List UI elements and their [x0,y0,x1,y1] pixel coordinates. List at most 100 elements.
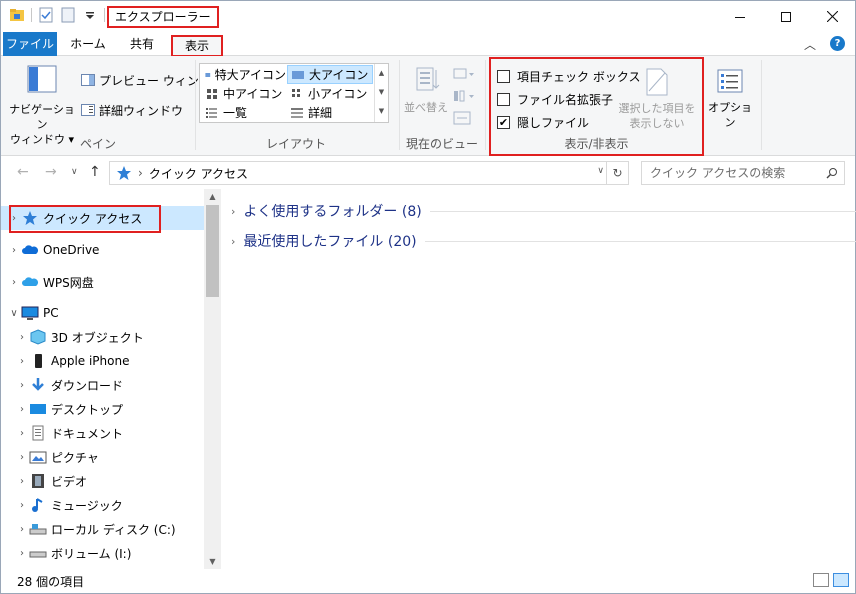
scroll-up-icon[interactable]: ▲ [375,64,388,83]
tree-label: PC [43,306,59,320]
tab-view[interactable]: 表示 [171,35,223,57]
expand-gallery-icon[interactable]: ▼ [375,102,388,121]
chevron-right-icon[interactable]: › [231,235,235,248]
tree-item-downloads[interactable]: › ダウンロード [15,373,123,397]
chevron-right-icon[interactable]: › [15,332,29,343]
tab-file[interactable]: ファイル [3,32,57,56]
up-button[interactable]: ↑ [89,164,101,180]
preview-pane-icon [81,74,95,86]
chevron-right-icon[interactable]: › [15,428,29,439]
chevron-right-icon[interactable]: › [15,404,29,415]
group-by-icon[interactable] [453,66,475,85]
forward-button[interactable]: → [45,164,57,180]
chevron-right-icon[interactable]: › [15,548,29,559]
hide-selected-items-button[interactable]: 選択した項目を 表示しない [615,67,699,131]
close-button[interactable] [809,1,855,32]
customize-arrow-icon[interactable] [82,7,98,23]
layout-medium-icons[interactable]: 中アイコン [202,84,286,103]
layout-extra-large-icons[interactable]: 特大アイコン [202,65,286,84]
add-columns-icon[interactable] [453,88,475,107]
hide-selected-label: 選択した項目を [618,102,696,115]
layout-details[interactable]: 詳細 [287,103,373,122]
chevron-down-icon[interactable]: ∨ [7,308,21,319]
group-separator [761,60,762,150]
tree-item-desktop[interactable]: › デスクトップ [15,397,123,421]
tab-home[interactable]: ホーム [63,32,113,56]
scroll-up-icon[interactable]: ▲ [204,192,221,201]
tree-label: ドキュメント [51,426,124,441]
ribbon: ナビゲーション ウィンドウ ▾ プレビュー ウィンドウ 詳細ウィンドウ ペイン … [1,56,855,156]
search-placeholder: クイック アクセスの検索 [650,166,786,180]
chevron-right-icon[interactable]: › [15,524,29,535]
chevron-right-icon[interactable]: › [15,476,29,487]
tree-item-documents[interactable]: › ドキュメント [15,421,123,445]
large-icons-view-button[interactable] [833,573,849,587]
group-frequent-folders[interactable]: › よく使用するフォルダー (8) [231,201,856,221]
list-view-icon [206,107,217,118]
tree-item-videos[interactable]: › ビデオ [15,469,87,493]
address-bar[interactable]: › クイック アクセス ∨ ↻ [109,161,629,185]
tree-item-apple-iphone[interactable]: › Apple iPhone [15,349,129,373]
tree-item-local-disk-c[interactable]: › ローカル ディスク (C:) [15,517,176,541]
title-bar: エクスプローラー [1,1,855,32]
minimize-button[interactable] [717,1,763,32]
layout-small-icons[interactable]: 小アイコン [287,84,373,103]
tree-item-volume-i[interactable]: › ボリューム (I:) [15,541,131,565]
details-pane-button[interactable]: 詳細ウィンドウ [81,100,183,120]
layout-gallery-scroll[interactable]: ▲ ▼ ▼ [374,64,388,122]
file-extensions-toggle[interactable]: ファイル名拡張子 [497,91,613,108]
options-icon [717,69,743,93]
tree-item-3d-objects[interactable]: › 3D オブジェクト [15,325,144,349]
tree-item-wps[interactable]: › WPS网盘 [1,270,94,294]
show-hide-group-label: 表示/非表示 [564,137,629,151]
back-button[interactable]: ← [17,164,29,180]
properties-icon[interactable] [38,7,54,23]
tree-item-pictures[interactable]: › ピクチャ [15,445,99,469]
chevron-right-icon[interactable]: › [7,277,21,288]
tab-share[interactable]: 共有 [117,32,167,56]
tree-item-onedrive[interactable]: › OneDrive [1,238,99,262]
sort-by-button[interactable]: 並べ替え [403,64,449,115]
scrollbar-thumb[interactable] [206,205,219,297]
layout-large-icons[interactable]: 大アイコン [287,65,373,84]
chevron-right-icon[interactable]: › [15,452,29,463]
maximize-button[interactable] [763,1,809,32]
group-divider [424,240,856,242]
hidden-items-checkbox[interactable]: ✔ [497,116,510,129]
breadcrumb-quick-access[interactable]: クイック アクセス [149,165,248,182]
options-button[interactable]: オプション [705,68,755,130]
navigation-scrollbar[interactable]: ▲ ▼ [204,189,221,569]
layout-list[interactable]: 一覧 [202,103,286,122]
help-icon[interactable]: ? [830,36,845,51]
group-divider [429,210,856,212]
tree-item-music[interactable]: › ミュージック [15,493,123,517]
chevron-up-icon[interactable]: ︿ [804,36,816,53]
chevron-right-icon[interactable]: › [15,356,29,367]
details-view-button[interactable] [813,573,829,587]
group-recent-files[interactable]: › 最近使用したファイル (20) [231,231,856,251]
hidden-items-toggle[interactable]: ✔ 隠しファイル [497,114,589,131]
address-dropdown-icon[interactable]: ∨ [597,166,604,176]
search-input[interactable]: クイック アクセスの検索 [641,161,845,185]
refresh-button[interactable]: ↻ [606,162,628,184]
chevron-right-icon[interactable]: › [231,205,235,218]
scroll-down-icon[interactable]: ▼ [204,557,221,566]
chevron-right-icon[interactable]: › [7,245,21,256]
pc-icon [21,306,39,320]
tree-item-pc[interactable]: ∨ PC [1,301,59,325]
video-icon [32,474,44,488]
recent-locations-button[interactable]: ∨ [71,167,78,177]
chevron-right-icon[interactable]: › [15,380,29,391]
tree-label: ミュージック [51,498,123,513]
item-count: 28 個の項目 [17,575,85,589]
chevron-right-icon[interactable]: › [15,500,29,511]
item-checkboxes-checkbox[interactable] [497,70,510,83]
new-folder-icon[interactable] [60,7,76,23]
search-icon[interactable] [826,162,838,186]
close-icon [826,11,838,22]
scroll-down-icon[interactable]: ▼ [375,83,388,102]
tree-label: ボリューム (I:) [51,546,132,561]
group-label: 最近使用したファイル (20) [243,234,417,250]
size-columns-icon[interactable] [453,110,471,129]
file-extensions-checkbox[interactable] [497,93,510,106]
